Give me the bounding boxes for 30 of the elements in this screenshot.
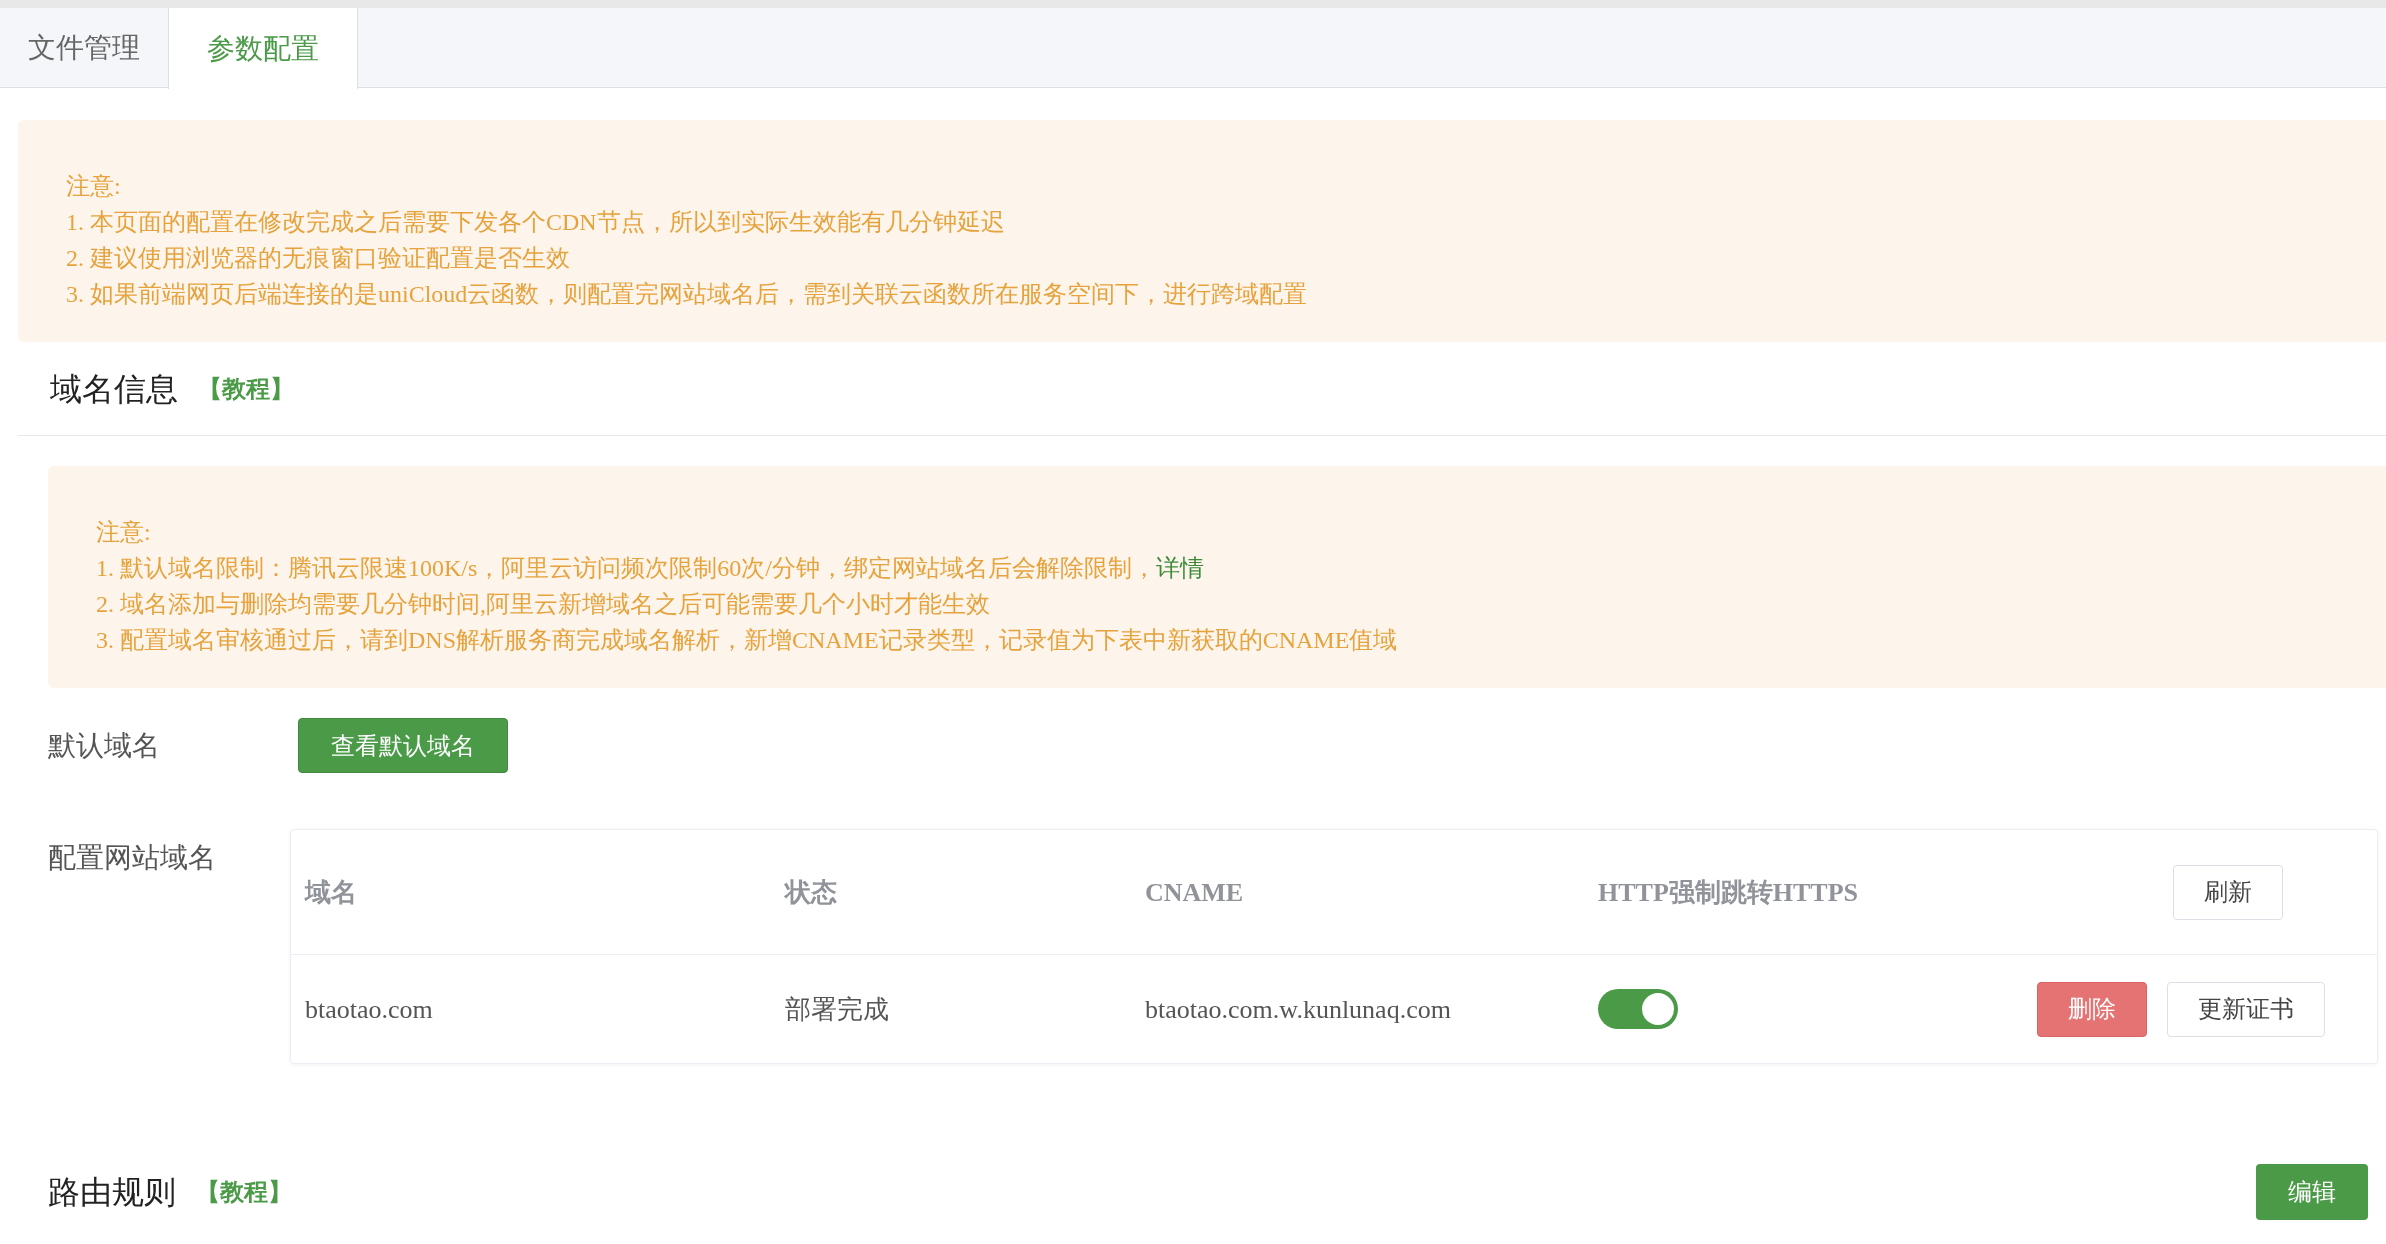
section-title: 域名信息 [50,369,178,409]
refresh-button[interactable]: 刷新 [2173,864,2283,920]
notice-title: 注意: [66,172,122,201]
renew-certificate-button[interactable]: 更新证书 [2167,981,2325,1037]
tutorial-link[interactable]: 【教程】 [196,1174,292,1210]
notice-text: 1. 本页面的配置在修改完成之后需要下发各个CDN节点，所以到实际生效能有几分钟延迟 [66,208,1006,237]
tutorial-link[interactable]: 【教程】 [198,370,294,407]
notice-text: 2. 域名添加与删除均需要几分钟时间,阿里云新增域名之后可能需要几个小时才能生效 [96,590,991,619]
column-header: HTTP强制跳转HTTPS [1598,877,1859,907]
section-title: 路由规则 [48,1173,176,1212]
notice-title: 注意: [96,518,152,547]
view-default-domain-button[interactable]: 查看默认域名 [298,718,508,773]
table-cell: btaotao.com.w.kunlunaq.com [1145,994,1451,1024]
tab[interactable]: 参数配置 [168,8,358,89]
details-link[interactable]: 详情 [1156,555,1204,581]
column-header: 状态 [785,877,837,907]
toggle-switch[interactable] [1598,989,1678,1029]
edit-button[interactable]: 编辑 [2256,1164,2368,1220]
field-label: 配置网站域名 [48,841,217,875]
notice-text: 1. 默认域名限制：腾讯云限速100K/s，阿里云访问频次限制60次/分钟，绑定网站域名后会解除限制，详情 [96,554,1205,583]
tab[interactable]: 文件管理 [0,8,168,88]
delete-button[interactable]: 删除 [2037,981,2147,1037]
notice-text: 3. 配置域名审核通过后，请到DNS解析服务商完成域名解析，新增CNAME记录类型，记录值为下表中新获取的CNAME值域 [96,626,1399,655]
notice-text: 2. 建议使用浏览器的无痕窗口验证配置是否生效 [66,244,571,273]
table-cell: btaotao.com [305,994,433,1024]
field-label: 默认域名 [48,728,161,763]
column-header: 域名 [305,877,357,907]
table-cell: 部署完成 [785,994,889,1024]
notice-text: 3. 如果前端网页后端连接的是uniCloud云函数，则配置完网站域名后，需到关联云函数所在服务空间下，进行跨域配置 [66,280,1309,309]
column-header: CNAME [1145,877,1244,907]
